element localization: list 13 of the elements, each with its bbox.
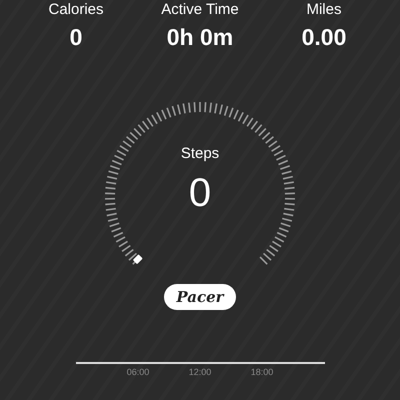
stat-value: 0.00 [300, 23, 348, 52]
time-label: 18:00 [250, 366, 274, 378]
stat-value: 0h 0m [166, 23, 234, 52]
steps-label: Steps [180, 144, 220, 164]
stat-label: Calories [47, 0, 105, 20]
time-label: 12:00 [188, 366, 212, 378]
progress-marker [132, 254, 143, 264]
steps-count: 0 [188, 170, 212, 216]
stat-label: Miles [305, 0, 342, 20]
pacer-button[interactable]: Pacer [164, 284, 236, 310]
time-label: 06:00 [126, 366, 150, 378]
stat-value: 0 [68, 23, 84, 52]
stat-label: Active Time [160, 0, 240, 20]
